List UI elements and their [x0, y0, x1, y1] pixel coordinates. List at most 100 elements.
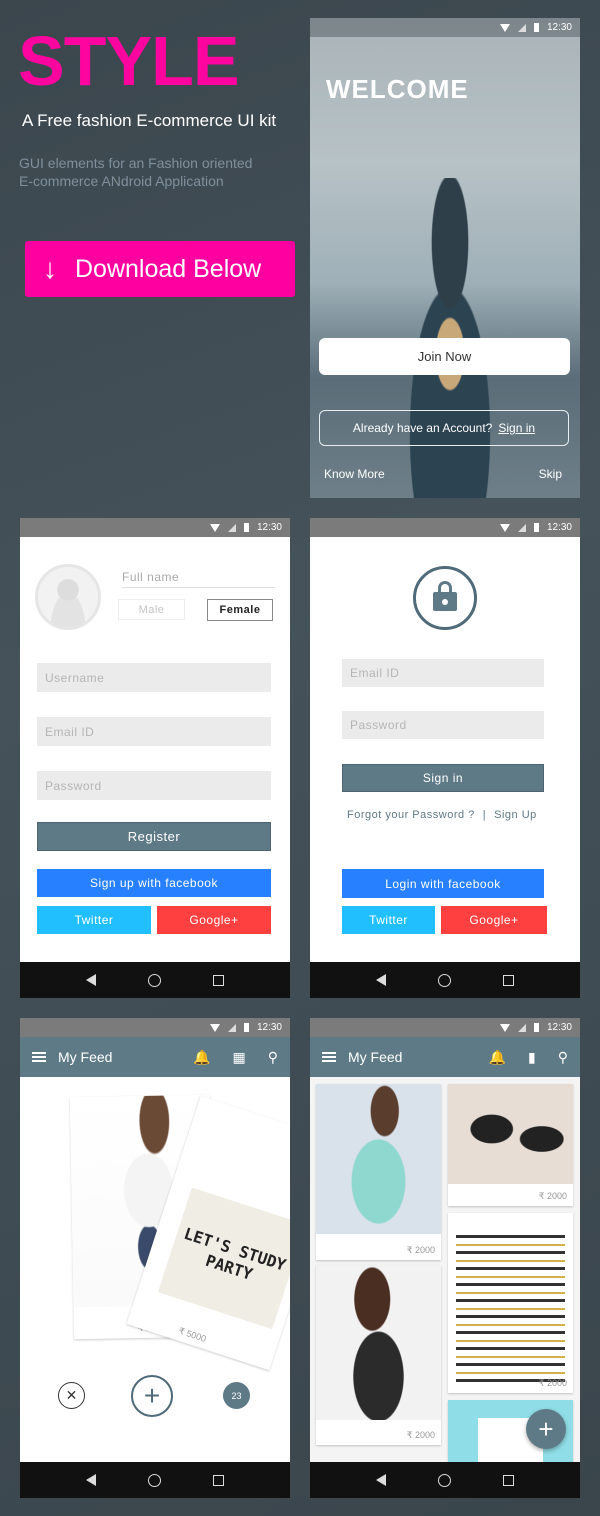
- home-icon[interactable]: [148, 1473, 161, 1487]
- product-card[interactable]: ₹ 2000: [316, 1084, 441, 1260]
- sign-in-link[interactable]: Sign in: [498, 421, 535, 435]
- login-links: Forgot your Password ? | Sign Up: [347, 809, 537, 821]
- welcome-screen: 12:30 WELCOME Join Now Already have an A…: [310, 18, 580, 498]
- add-button[interactable]: +: [131, 1375, 173, 1417]
- notification-bell-icon[interactable]: 🔔: [193, 1049, 210, 1066]
- status-bar: 12:30: [310, 1018, 580, 1037]
- know-more-link[interactable]: Know More: [324, 467, 385, 481]
- username-input[interactable]: Username: [37, 663, 271, 692]
- status-bar: 12:30: [20, 518, 290, 537]
- twitter-button[interactable]: Twitter: [342, 906, 435, 934]
- signal-icon: [517, 523, 526, 532]
- battery-icon: [533, 23, 539, 32]
- twitter-button[interactable]: Twitter: [37, 906, 151, 934]
- product-price: ₹ 2000: [406, 1245, 435, 1255]
- product-card[interactable]: ₹ 2000: [316, 1265, 441, 1445]
- home-icon[interactable]: [438, 973, 451, 987]
- tote-bag-image: LET'S STUDY PARTY: [157, 1187, 290, 1330]
- status-time: 12:30: [256, 1022, 282, 1033]
- status-bar: 12:30: [310, 18, 580, 37]
- wifi-icon: [209, 523, 220, 532]
- toolbar: My Feed 🔔 ▮ ⚲: [310, 1037, 580, 1077]
- grid-view-icon[interactable]: ▦: [233, 1049, 246, 1066]
- recents-icon[interactable]: [503, 1474, 514, 1486]
- password-input[interactable]: Password: [342, 711, 544, 739]
- password-input[interactable]: Password: [37, 771, 271, 800]
- status-time: 12:30: [546, 522, 572, 533]
- dismiss-button[interactable]: ✕: [58, 1382, 85, 1409]
- email-input[interactable]: Email ID: [37, 717, 271, 746]
- home-icon[interactable]: [148, 973, 161, 987]
- google-button[interactable]: Google+: [157, 906, 271, 934]
- description: GUI elements for an Fashion oriented E-co…: [19, 154, 252, 190]
- register-screen: 12:30 Full name Male Female Username Ema…: [20, 518, 290, 998]
- sign-up-link[interactable]: Sign Up: [494, 809, 537, 821]
- brand-title: STYLE: [18, 22, 240, 100]
- notification-bell-icon[interactable]: 🔔: [489, 1049, 506, 1066]
- feed-grid-screen: 12:30 My Feed 🔔 ▮ ⚲ ₹ 2000 ₹ 2000 ₹ 2000 ₹…: [310, 1018, 580, 1498]
- arrow-down-icon: ↓: [43, 253, 57, 284]
- search-icon[interactable]: ⚲: [268, 1049, 278, 1066]
- description-line: GUI elements for an Fashion oriented: [19, 155, 253, 171]
- register-button[interactable]: Register: [37, 822, 271, 851]
- facebook-signup-button[interactable]: Sign up with facebook: [37, 869, 271, 897]
- status-bar: 12:30: [310, 518, 580, 537]
- status-time: 12:30: [546, 22, 572, 33]
- nav-bar: [20, 962, 290, 998]
- skip-link[interactable]: Skip: [539, 467, 562, 481]
- male-button[interactable]: Male: [118, 599, 185, 620]
- product-card[interactable]: ₹ 2000: [448, 1213, 573, 1393]
- description-line: E-commerce ANdroid Application: [19, 173, 224, 189]
- product-card[interactable]: ₹ 2000: [448, 1084, 573, 1206]
- google-button[interactable]: Google+: [441, 906, 547, 934]
- nav-bar: [310, 962, 580, 998]
- recents-icon[interactable]: [503, 974, 514, 986]
- nav-bar: [310, 1462, 580, 1498]
- nav-bar: [20, 1462, 290, 1498]
- count-badge[interactable]: 23: [223, 1382, 250, 1409]
- recents-icon[interactable]: [213, 974, 224, 986]
- separator: |: [482, 809, 487, 821]
- product-image: [316, 1084, 441, 1234]
- back-icon[interactable]: [376, 1474, 386, 1486]
- tagline: A Free fashion E-commerce UI kit: [22, 111, 277, 130]
- menu-icon[interactable]: [322, 1052, 336, 1062]
- download-label: Download Below: [75, 254, 262, 283]
- wifi-icon: [499, 1023, 510, 1032]
- fab-add-button[interactable]: +: [526, 1409, 566, 1449]
- back-icon[interactable]: [86, 1474, 96, 1486]
- home-icon[interactable]: [438, 1473, 451, 1487]
- menu-icon[interactable]: [32, 1052, 46, 1062]
- recents-icon[interactable]: [213, 1474, 224, 1486]
- toolbar: My Feed 🔔 ▦ ⚲: [20, 1037, 290, 1077]
- download-button[interactable]: ↓ Download Below: [25, 241, 295, 297]
- forgot-password-link[interactable]: Forgot your Password ?: [347, 809, 475, 821]
- signin-prompt: Already have an Account? Sign in: [319, 410, 569, 446]
- card-view-icon[interactable]: ▮: [528, 1049, 536, 1066]
- login-screen: 12:30 Email ID Password Sign in Forgot y…: [310, 518, 580, 998]
- product-price: ₹ 2000: [538, 1191, 567, 1201]
- email-input[interactable]: Email ID: [342, 659, 544, 687]
- battery-icon: [533, 523, 539, 532]
- status-time: 12:30: [546, 1022, 572, 1033]
- battery-icon: [243, 523, 249, 532]
- product-image: [456, 1233, 565, 1388]
- back-icon[interactable]: [376, 974, 386, 986]
- wifi-icon: [499, 523, 510, 532]
- battery-icon: [243, 1023, 249, 1032]
- signal-icon: [227, 523, 236, 532]
- signal-icon: [517, 1023, 526, 1032]
- full-name-input[interactable]: Full name: [122, 570, 275, 588]
- status-bar: 12:30: [20, 1018, 290, 1037]
- female-button[interactable]: Female: [207, 599, 273, 621]
- lock-icon: [413, 566, 477, 630]
- facebook-login-button[interactable]: Login with facebook: [342, 869, 544, 898]
- sign-in-button[interactable]: Sign in: [342, 764, 544, 792]
- back-icon[interactable]: [86, 974, 96, 986]
- signal-icon: [227, 1023, 236, 1032]
- wifi-icon: [209, 1023, 220, 1032]
- search-icon[interactable]: ⚲: [558, 1049, 568, 1066]
- avatar-placeholder[interactable]: [35, 564, 101, 630]
- product-image: [316, 1265, 441, 1420]
- join-now-button[interactable]: Join Now: [319, 338, 570, 375]
